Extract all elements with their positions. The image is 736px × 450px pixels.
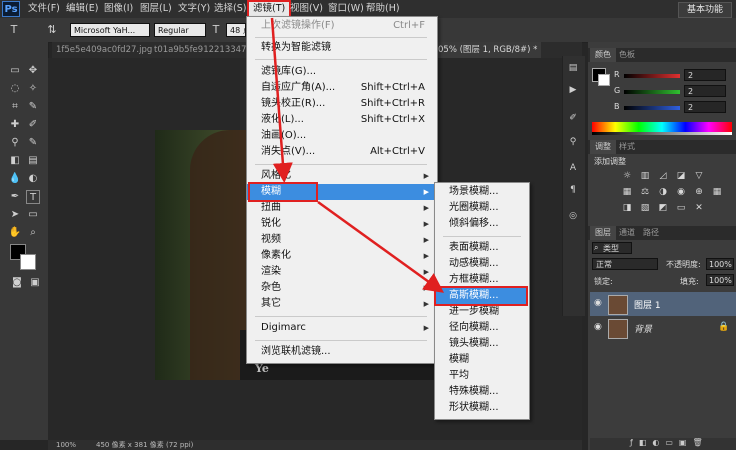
- arrow-blur-to-gaussian: [317, 200, 445, 293]
- annotation-arrows: [270, 17, 445, 293]
- arrow-filter-to-blur: [270, 17, 293, 183]
